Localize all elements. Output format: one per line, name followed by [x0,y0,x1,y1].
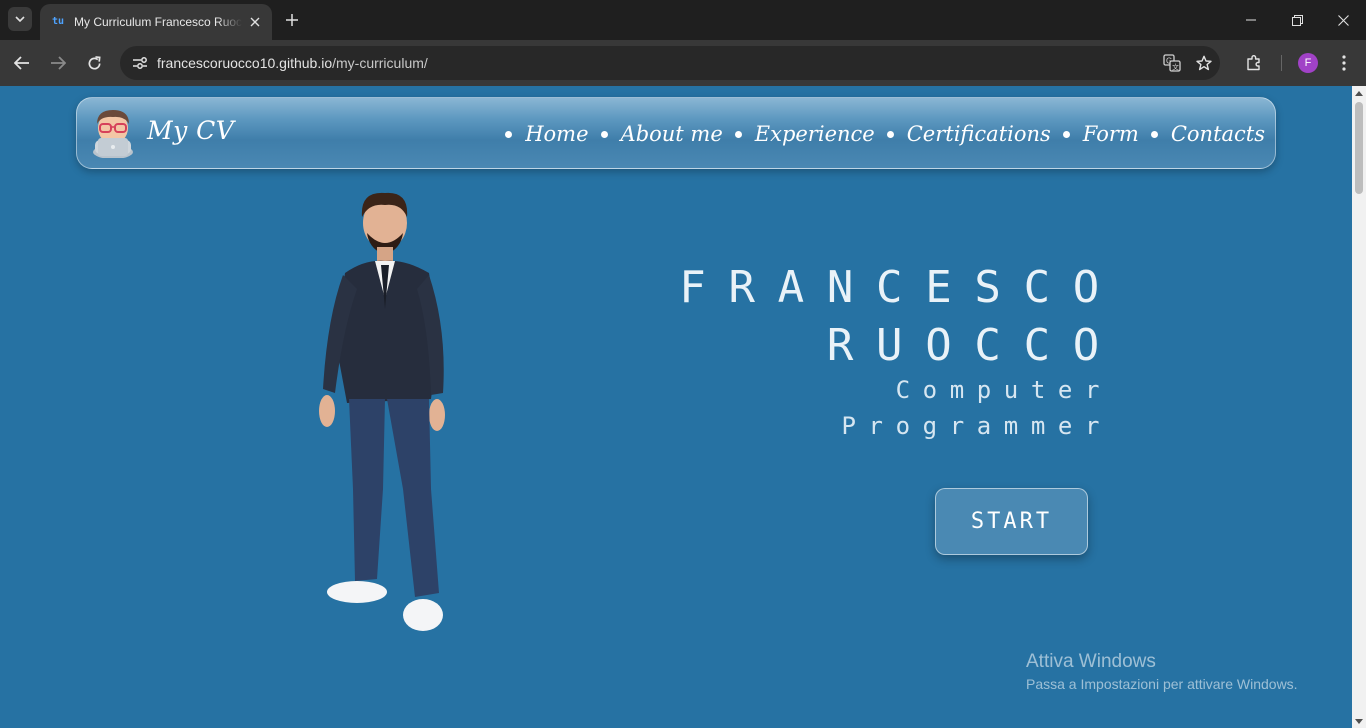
star-icon[interactable] [1192,51,1216,75]
browser-tabstrip: tu My Curriculum Francesco Ruocco [0,0,1366,40]
tab-favicon-icon: tu [51,16,65,27]
profile-avatar[interactable]: F [1294,49,1322,77]
hero-role-line1: Computer [895,376,1112,404]
nav-links: Home About me Experience Certifications … [493,98,1265,170]
bullet-icon [1150,130,1158,138]
reload-icon[interactable] [80,49,108,77]
watermark-title: Attiva Windows [1026,651,1156,672]
scroll-down-arrow-icon[interactable] [1352,714,1366,728]
hero-last-name: RUOCCO [826,320,1122,371]
bullet-icon [505,130,513,138]
back-arrow-icon[interactable] [8,49,36,77]
nav-link-label: Form [1082,122,1139,146]
hero-first-name: FRANCESCO [679,262,1122,313]
scrollbar-thumb[interactable] [1355,102,1363,194]
url-host: francescoruocco10.github.io [157,55,333,71]
toolbar-divider [1281,55,1282,71]
memoji-avatar-icon[interactable] [91,108,135,159]
nav-link-form[interactable]: Form [1062,122,1139,146]
forward-arrow-icon[interactable] [44,49,72,77]
site-navbar: My CV Home About me Experience Certifica… [76,97,1276,169]
nav-link-label: Home [525,122,589,146]
profile-initial: F [1298,53,1318,73]
page-viewport: My CV Home About me Experience Certifica… [0,86,1352,728]
svg-text:文: 文 [1172,63,1179,72]
url-path: /my-curriculum/ [332,55,428,71]
kebab-menu-icon[interactable] [1330,49,1358,77]
bullet-icon [1062,130,1070,138]
restore-icon[interactable] [1274,0,1320,40]
bullet-icon [734,130,742,138]
nav-link-certifications[interactable]: Certifications [886,122,1051,146]
url-text: francescoruocco10.github.io/my-curriculu… [157,55,428,71]
hero-role-line2: Programmer [841,412,1112,440]
tab-title: My Curriculum Francesco Ruocco [74,15,242,29]
translate-icon[interactable]: G文 [1160,51,1184,75]
start-button[interactable]: START [935,488,1088,555]
character-illustration [305,189,465,649]
plus-icon[interactable] [280,8,304,32]
page-scrollbar[interactable] [1352,86,1366,728]
nav-link-contacts[interactable]: Contacts [1150,122,1265,146]
close-window-icon[interactable] [1320,0,1366,40]
close-icon[interactable] [246,13,264,31]
watermark-subtitle: Passa a Impostazioni per attivare Window… [1026,676,1298,692]
bullet-icon [886,130,894,138]
browser-tab[interactable]: tu My Curriculum Francesco Ruocco [40,4,272,40]
bullet-icon [600,130,608,138]
nav-link-experience[interactable]: Experience [734,122,875,146]
address-bar[interactable]: francescoruocco10.github.io/my-curriculu… [120,46,1220,80]
nav-link-about-me[interactable]: About me [600,122,723,146]
nav-link-home[interactable]: Home [505,122,589,146]
minimize-icon[interactable] [1228,0,1274,40]
nav-link-label: Experience [754,122,875,146]
tab-list-icon[interactable] [8,7,32,31]
windows-activation-watermark: Attiva Windows Passa a Impostazioni per … [1026,651,1298,692]
site-settings-icon[interactable] [128,51,152,75]
scroll-up-arrow-icon[interactable] [1352,86,1366,100]
brand-title[interactable]: My CV [147,116,234,145]
browser-toolbar: francescoruocco10.github.io/my-curriculu… [0,40,1366,86]
nav-link-label: Certifications [906,122,1051,146]
nav-link-label: About me [620,122,723,146]
nav-link-label: Contacts [1170,122,1265,146]
extensions-icon[interactable] [1240,49,1268,77]
